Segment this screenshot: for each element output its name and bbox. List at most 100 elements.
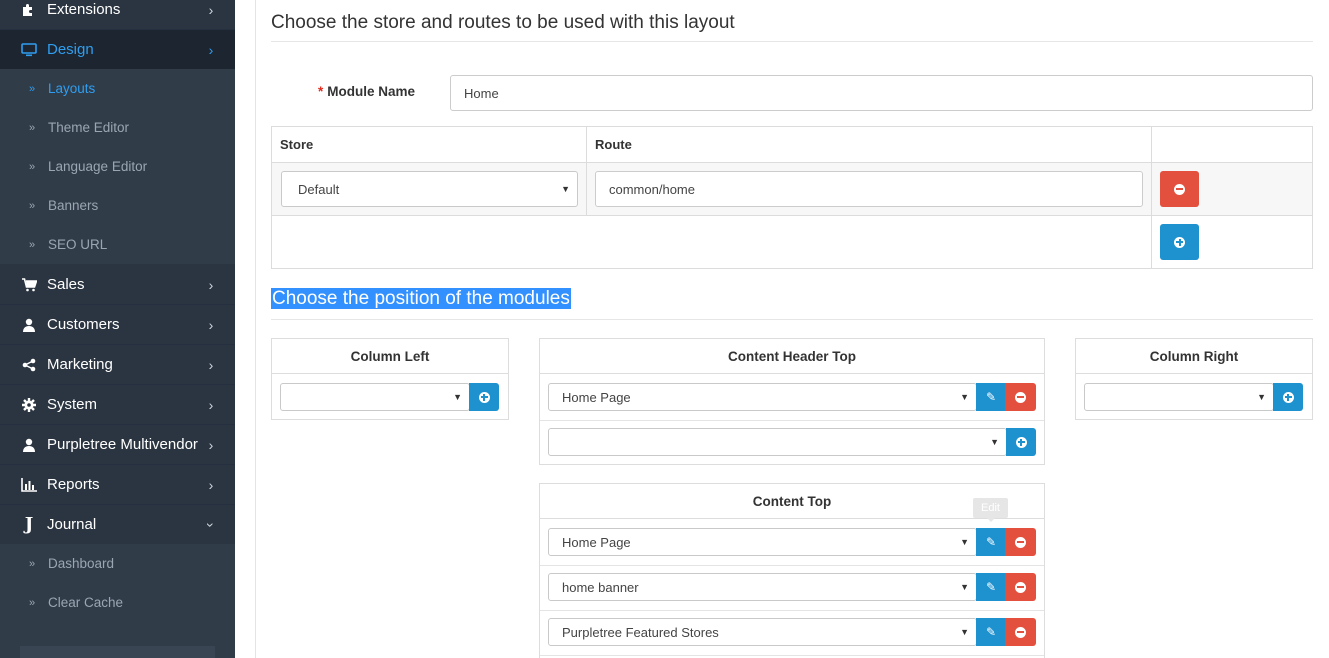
sidebar-item-design[interactable]: Design › [0,30,235,70]
user-icon [19,438,39,452]
user-icon [19,318,39,332]
sidebar-item-reports[interactable]: Reports › [0,465,235,505]
content-top-module-select-1[interactable]: Home Page ▼ [548,528,977,556]
content-header-top-title: Content Header Top [540,339,1044,374]
chevron-right-icon: › [208,396,214,413]
caret-down-icon: ▼ [960,392,969,402]
double-chevron-icon: » [29,160,36,173]
column-left-select[interactable]: ▼ [280,383,470,411]
sidebar-subitem-theme-editor[interactable]: » Theme Editor [0,108,235,147]
caret-down-icon: ▼ [990,437,999,447]
chevron-down-icon: › [203,522,219,527]
sidebar-subitem-language-editor[interactable]: » Language Editor [0,147,235,186]
pencil-icon: ✎ [985,390,997,404]
column-left-add-button[interactable] [469,383,499,411]
chevron-right-icon: › [208,316,214,333]
content-header-top-module-select[interactable]: Home Page ▼ [548,383,977,411]
column-right-select[interactable]: ▼ [1084,383,1274,411]
minus-circle-icon [1015,391,1026,403]
double-chevron-icon: » [29,238,36,251]
plus-circle-icon [1174,236,1185,248]
double-chevron-icon: » [29,596,36,609]
chevron-right-icon: › [208,41,214,58]
content-header-top-add-button[interactable] [1006,428,1036,456]
store-select[interactable]: Default ▼ [281,171,578,207]
content-top-edit-button-2[interactable]: ✎ [976,573,1006,601]
plus-circle-icon [1282,391,1294,403]
tooltip-tail [987,518,995,522]
module-name-label: * Module Name [318,84,416,99]
content-top-module-select-2[interactable]: home banner ▼ [548,573,977,601]
sidebar-item-sales[interactable]: Sales › [0,265,235,305]
sidebar-item-customers[interactable]: Customers › [0,305,235,345]
pencil-icon: ✎ [985,580,997,594]
sidebar-subitem-seo-url[interactable]: » SEO URL [0,225,235,264]
content-header-top-edit-button[interactable]: ✎ [976,383,1006,411]
caret-down-icon: ▼ [561,184,570,194]
minus-circle-icon [1015,626,1026,638]
share-icon [19,358,39,372]
sidebar-item-purpletree-multivendor[interactable]: Purpletree Multivendor › [0,425,235,465]
content-top-remove-button-2[interactable] [1005,573,1036,601]
row-divider [540,655,1044,656]
chevron-right-icon: › [208,276,214,293]
add-route-button[interactable] [1160,224,1199,260]
divider [271,319,1313,320]
sidebar-item-journal[interactable]: J Journal › [0,505,235,545]
sidebar-subitem-dashboard[interactable]: » Dashboard [0,544,235,583]
remove-route-button[interactable] [1160,171,1199,207]
sidebar-item-extensions[interactable]: Extensions › [0,0,235,30]
double-chevron-icon: » [29,121,36,134]
table-footer-row [271,215,1152,269]
action-column-header [1151,126,1313,163]
column-right-title: Column Right [1076,339,1312,374]
sidebar-item-system[interactable]: System › [0,385,235,425]
content-top-remove-button-1[interactable] [1005,528,1036,556]
sidebar-bottom-widget [20,646,215,658]
caret-down-icon: ▼ [453,392,462,402]
content-top-edit-button-1[interactable]: ✎ [976,528,1006,556]
edit-tooltip: Edit [973,498,1008,518]
sidebar: Extensions › Design › » Layouts » Theme … [0,0,235,658]
journal-j-icon: J [24,514,34,535]
content-top-module-select-3[interactable]: Purpletree Featured Stores ▼ [548,618,977,646]
minus-circle-icon [1174,183,1185,195]
store-column-header: Store [271,126,587,163]
sidebar-subitem-layouts[interactable]: » Layouts [0,69,235,108]
module-name-input[interactable]: Home [450,75,1313,111]
double-chevron-icon: » [29,82,36,95]
double-chevron-icon: » [29,199,36,212]
sidebar-subitem-clear-cache[interactable]: » Clear Cache [0,583,235,622]
minus-circle-icon [1015,536,1026,548]
sidebar-item-marketing[interactable]: Marketing › [0,345,235,385]
position-section-heading: Choose the position of the modules [271,288,571,309]
content-top-edit-button-3[interactable]: ✎ [976,618,1006,646]
caret-down-icon: ▼ [960,537,969,547]
content-left-border [255,0,256,658]
caret-down-icon: ▼ [1257,392,1266,402]
required-star: * [318,84,324,99]
content-top-remove-button-3[interactable] [1005,618,1036,646]
caret-down-icon: ▼ [960,582,969,592]
puzzle-icon [19,3,39,17]
double-chevron-icon: » [29,557,36,570]
gear-icon [19,397,39,412]
pencil-icon: ✎ [985,535,997,549]
monitor-icon [19,42,39,57]
chevron-right-icon: › [208,476,214,493]
route-input[interactable]: common/home [595,171,1143,207]
minus-circle-icon [1015,581,1026,593]
content-header-top-new-select[interactable]: ▼ [548,428,1007,456]
column-left-title: Column Left [272,339,508,374]
pencil-icon: ✎ [985,625,997,639]
caret-down-icon: ▼ [960,627,969,637]
divider [271,41,1313,42]
row-divider [540,420,1044,421]
row-divider [540,610,1044,611]
content-header-top-remove-button[interactable] [1005,383,1036,411]
route-column-header: Route [586,126,1152,163]
sidebar-subitem-banners[interactable]: » Banners [0,186,235,225]
column-right-add-button[interactable] [1273,383,1303,411]
chevron-right-icon: › [208,436,214,453]
chevron-right-icon: › [208,1,214,18]
